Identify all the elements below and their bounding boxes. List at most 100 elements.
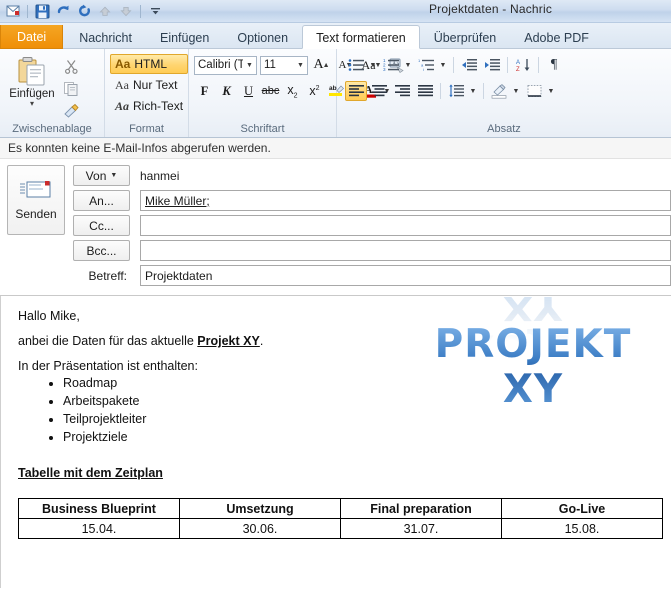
justify-button[interactable] [414, 81, 436, 101]
list-item: Teilprojektleiter [63, 411, 661, 427]
table-heading: Tabelle mit dem Zeitplan [18, 466, 163, 480]
tab-einfuegen[interactable]: Einfügen [146, 25, 223, 49]
body-bullet-list: Roadmap Arbeitspakete Teilprojektleiter … [18, 375, 661, 445]
to-value: Mike Müller; [145, 193, 210, 208]
send-envelope-icon [20, 181, 51, 198]
align-right-button[interactable] [391, 81, 413, 101]
font-name-chevron-down-icon[interactable]: ▼ [243, 62, 256, 69]
table-header-cell: Final preparation [340, 498, 502, 519]
multilevel-list-icon: 1 a i [418, 58, 434, 72]
strikethrough-button[interactable]: abc [260, 81, 281, 101]
italic-button[interactable]: K [216, 81, 237, 101]
underline-button[interactable]: U [238, 81, 259, 101]
format-html-option[interactable]: Aa HTML [110, 54, 189, 74]
send-label: Senden [15, 207, 57, 221]
zeitplan-table: Business Blueprint Umsetzung Final prepa… [18, 498, 663, 539]
sort-button[interactable]: A Z [512, 55, 534, 75]
html-aa-icon: Aa [115, 57, 131, 71]
svg-text:i: i [423, 67, 424, 72]
sort-az-icon: A Z [516, 59, 529, 72]
table-header-cell: Umsetzung [179, 498, 341, 519]
cc-input[interactable] [140, 215, 671, 236]
multilevel-chevron-down-icon[interactable]: ▼ [438, 55, 449, 75]
format-plaintext-label: Nur Text [133, 78, 178, 92]
send-button[interactable]: Senden [7, 165, 65, 235]
subject-label: Betreff: [88, 268, 127, 283]
align-center-button[interactable] [368, 81, 390, 101]
paste-caret-icon[interactable]: ▾ [30, 100, 34, 108]
decrease-indent-icon [461, 59, 477, 71]
tab-nachricht[interactable]: Nachricht [65, 25, 146, 49]
font-size-combo[interactable]: 11 ▼ [260, 55, 308, 75]
paste-button[interactable]: Einfügen ▾ [5, 53, 59, 108]
table-header-cell: Business Blueprint [18, 498, 180, 519]
format-painter-button[interactable] [61, 101, 81, 120]
list-intro-line: In der Präsentation ist enthalten: [18, 359, 198, 373]
justify-icon [417, 85, 433, 97]
to-row: An... Mike Müller; [0, 189, 671, 212]
richtext-aa-icon: Aa [115, 98, 130, 113]
plaintext-aa-icon: Aa [115, 77, 129, 92]
shading-chevron-down-icon[interactable]: ▼ [511, 81, 522, 101]
formatting-marks-button[interactable]: ¶ [543, 55, 565, 75]
format-plaintext-option[interactable]: Aa Nur Text [110, 75, 188, 95]
borders-chevron-down-icon[interactable]: ▼ [546, 81, 557, 101]
numbering-chevron-down-icon[interactable]: ▼ [403, 55, 414, 75]
cut-button[interactable] [61, 57, 81, 76]
ribbon-tabs: Datei Nachricht Einfügen Optionen Text f… [0, 23, 671, 49]
grow-font-button[interactable]: A ▲ [311, 55, 332, 75]
ribbon-group-font: Calibri (T ▼ 11 ▼ A▲ A▼ Aa▼ [189, 49, 404, 137]
font-name-combo[interactable]: Calibri (T ▼ [194, 55, 257, 75]
to-input[interactable]: Mike Müller; [140, 190, 671, 211]
font-size-value: 11 [264, 59, 276, 71]
tab-ueberpruefen[interactable]: Überprüfen [420, 25, 511, 49]
message-body[interactable]: PROJEKT XY PROJEKT XY Hallo Mike, anbei … [0, 296, 671, 588]
align-left-button[interactable] [345, 81, 367, 101]
increase-indent-button[interactable] [481, 55, 503, 75]
subject-input[interactable]: Projektdaten [140, 265, 671, 286]
font-size-chevron-down-icon[interactable]: ▼ [294, 62, 307, 69]
copy-button[interactable] [61, 79, 81, 98]
send-button-column: Senden [7, 165, 67, 235]
clipboard-group-label: Zwischenablage [12, 123, 92, 135]
multilevel-list-button[interactable]: 1 a i [415, 55, 437, 75]
underline-label: U [243, 83, 254, 98]
tab-optionen[interactable]: Optionen [223, 25, 302, 49]
table-cell: 31.07. [340, 518, 502, 539]
intro-line: anbei die Daten für das aktuelle Projekt… [18, 333, 661, 349]
ribbon-group-paragraph: ▼ 1 2 3 ▼ 1 a i ▼ A Z ¶ ▼ ▼ ▼ Absatz [337, 49, 671, 137]
cc-button[interactable]: Cc... [73, 215, 130, 236]
to-button[interactable]: An... [73, 190, 130, 211]
format-richtext-option[interactable]: Aa Rich-Text [110, 96, 188, 116]
outlook-compose-window: Projektdaten - Nachric Datei Nachricht E… [0, 0, 671, 592]
font-name-value: Calibri (T [198, 59, 243, 71]
line-spacing-button[interactable] [445, 81, 467, 101]
line-spacing-chevron-down-icon[interactable]: ▼ [468, 81, 479, 101]
svg-text:A: A [516, 60, 520, 66]
numbering-button[interactable]: 1 2 3 [380, 55, 402, 75]
list-item: Projektziele [63, 429, 661, 445]
bullets-chevron-down-icon[interactable]: ▼ [368, 55, 379, 75]
shading-button[interactable] [488, 81, 510, 101]
bcc-input[interactable] [140, 240, 671, 261]
ribbon-group-clipboard: Einfügen ▾ Zwischenablage [0, 49, 105, 137]
borders-button[interactable] [523, 81, 545, 101]
paintbrush-icon [63, 103, 79, 118]
paragraph-separator-4 [440, 83, 441, 99]
tab-text-formatieren[interactable]: Text formatieren [302, 25, 420, 49]
bcc-button-label: Bcc... [86, 243, 117, 258]
subscript-button[interactable]: x2 [282, 81, 303, 101]
italic-label: K [222, 83, 231, 98]
bold-label: F [200, 83, 209, 98]
bullets-button[interactable] [345, 55, 367, 75]
tab-datei[interactable]: Datei [0, 25, 64, 49]
bcc-button[interactable]: Bcc... [73, 240, 130, 261]
superscript-button[interactable]: x2 [304, 81, 325, 101]
from-row: Von ▼ hanmei [0, 164, 671, 187]
from-button[interactable]: Von ▼ [73, 165, 130, 186]
table-header-cell: Go-Live [501, 498, 663, 519]
bold-button[interactable]: F [194, 81, 215, 101]
tab-adobe-pdf[interactable]: Adobe PDF [510, 25, 603, 49]
decrease-indent-button[interactable] [458, 55, 480, 75]
numbered-list-icon: 1 2 3 [383, 58, 399, 72]
